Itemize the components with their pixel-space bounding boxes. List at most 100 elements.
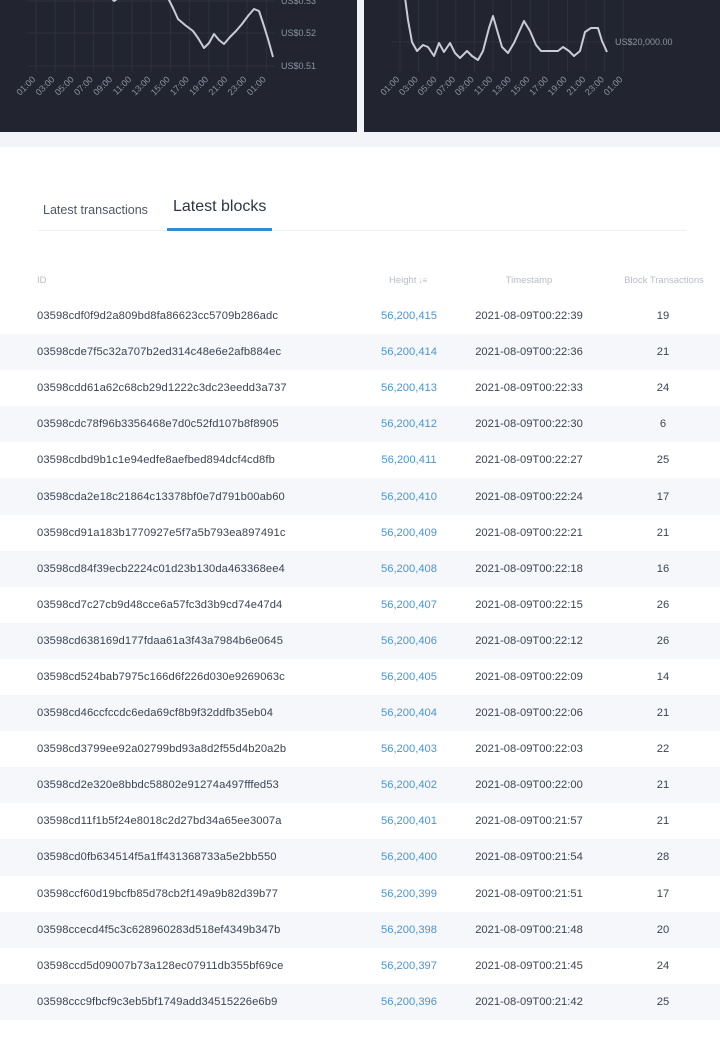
block-transaction-count: 21: [656, 815, 670, 828]
block-height-link[interactable]: 56,200,402: [368, 779, 450, 791]
x-tick-label: 17:00: [527, 74, 550, 97]
x-tick-label: 07:00: [72, 74, 95, 97]
block-height-link[interactable]: 56,200,401: [368, 815, 450, 827]
tab-latest-transactions[interactable]: Latest transactions: [43, 203, 148, 230]
x-tick-label: 01:00: [602, 74, 625, 97]
block-height-link[interactable]: 56,200,407: [368, 599, 450, 611]
x-tick-label: 23:00: [583, 74, 606, 97]
sort-descending-icon[interactable]: ↓≡: [418, 276, 427, 285]
block-id-link[interactable]: 03598ccd5d09007b73a128ec07911db355bf69ce: [37, 960, 283, 972]
block-id-link[interactable]: 03598cdbd9b1c1e94edfe8aefbed894dcf4cd8fb: [37, 454, 275, 466]
x-tick-label: 05:00: [416, 74, 439, 97]
y-tick-label: US$0.51: [281, 61, 316, 71]
block-transaction-count: 17: [656, 887, 670, 900]
column-header-height[interactable]: Height ↓≡: [389, 275, 427, 286]
block-transaction-count: 21: [656, 779, 670, 792]
table-row[interactable]: 03598ccecd4f5c3c628960283d518ef4349b347b…: [0, 911, 720, 948]
table-row[interactable]: 03598ccc9fbcf9c3eb5bf1749add34515226e6b9…: [0, 983, 720, 1020]
x-tick-label: 11:00: [111, 74, 134, 97]
block-id-link[interactable]: 03598cd524bab7975c166d6f226d030e9269063c: [37, 671, 285, 683]
table-row[interactable]: 03598cd638169d177fdaa61a3f43a7984b6e0645…: [0, 622, 720, 659]
block-height-link[interactable]: 56,200,404: [368, 707, 450, 719]
block-height-link[interactable]: 56,200,415: [368, 310, 450, 322]
table-row[interactable]: 03598cd84f39ecb2224c01d23b130da463368ee4…: [0, 550, 720, 587]
block-id-link[interactable]: 03598cdf0f9d2a809bd8fa86623cc5709b286adc: [37, 310, 278, 322]
column-header-timestamp[interactable]: Timestamp: [480, 275, 578, 286]
block-height-link[interactable]: 56,200,411: [368, 454, 450, 466]
column-header-id[interactable]: ID: [37, 275, 47, 286]
table-row[interactable]: 03598cde7f5c32a707b2ed314c48e6e2afb884ec…: [0, 334, 720, 371]
block-id-link[interactable]: 03598cd3799ee92a02799bd93a8d2f55d4b20a2b: [37, 743, 286, 755]
x-tick-label: 01:00: [378, 74, 401, 97]
table-row[interactable]: 03598ccd5d09007b73a128ec07911db355bf69ce…: [0, 948, 720, 984]
block-height-link[interactable]: 56,200,398: [368, 924, 450, 936]
block-id-link[interactable]: 03598cd11f1b5f24e8018c2d27bd34a65ee3007a: [37, 815, 282, 827]
block-timestamp: 2021-08-09T00:21:54: [475, 851, 583, 864]
block-id-link[interactable]: 03598ccc9fbcf9c3eb5bf1749add34515226e6b9: [37, 996, 277, 1008]
table-row[interactable]: 03598cdf0f9d2a809bd8fa86623cc5709b286adc…: [0, 298, 720, 334]
block-height-link[interactable]: 56,200,414: [368, 346, 450, 358]
table-row[interactable]: 03598cda2e18c21864c13378bf0e7d791b00ab60…: [0, 478, 720, 515]
table-row[interactable]: 03598cd2e320e8bbdc58802e91274a497fffed53…: [0, 767, 720, 804]
x-tick-label: 09:00: [453, 74, 476, 97]
block-id-link[interactable]: 03598ccf60d19bcfb85d78cb2f149a9b82d39b77: [37, 888, 278, 900]
x-tick-label: 07:00: [434, 74, 457, 97]
block-height-link[interactable]: 56,200,403: [368, 743, 450, 755]
table-body: 03598cdf0f9d2a809bd8fa86623cc5709b286adc…: [0, 298, 720, 1020]
table-row[interactable]: 03598cd11f1b5f24e8018c2d27bd34a65ee3007a…: [0, 803, 720, 839]
block-height-link[interactable]: 56,200,410: [368, 491, 450, 503]
block-id-link[interactable]: 03598cd91a183b1770927e5f7a5b793ea897491c: [37, 527, 286, 539]
table-row[interactable]: 03598cd7c27cb9d48cce6a57fc3d3b9cd74e47d4…: [0, 587, 720, 623]
block-height-link[interactable]: 56,200,409: [368, 527, 450, 539]
block-transaction-count: 26: [656, 634, 670, 647]
tab-bar: Latest transactions Latest blocks: [38, 190, 686, 231]
block-timestamp: 2021-08-09T00:21:57: [475, 815, 583, 828]
block-height-link[interactable]: 56,200,397: [368, 960, 450, 972]
block-id-link[interactable]: 03598cd638169d177fdaa61a3f43a7984b6e0645: [37, 635, 283, 647]
block-id-link[interactable]: 03598cd0fb634514f5a1ff431368733a5e2bb550: [37, 851, 277, 863]
table-row[interactable]: 03598cd0fb634514f5a1ff431368733a5e2bb550…: [0, 839, 720, 876]
block-id-link[interactable]: 03598cd7c27cb9d48cce6a57fc3d3b9cd74e47d4: [37, 599, 282, 611]
block-timestamp: 2021-08-09T00:22:27: [475, 454, 583, 467]
column-header-height-label: Height: [389, 275, 417, 286]
x-tick-label: 15:00: [149, 74, 172, 97]
table-row[interactable]: 03598cd91a183b1770927e5f7a5b793ea897491c…: [0, 515, 720, 551]
table-row[interactable]: 03598cdbd9b1c1e94edfe8aefbed894dcf4cd8fb…: [0, 442, 720, 478]
block-id-link[interactable]: 03598cd2e320e8bbdc58802e91274a497fffed53: [37, 779, 279, 791]
table-row[interactable]: 03598cd3799ee92a02799bd93a8d2f55d4b20a2b…: [0, 731, 720, 767]
block-timestamp: 2021-08-09T00:21:42: [475, 995, 583, 1008]
block-height-link[interactable]: 56,200,400: [368, 851, 450, 863]
block-height-link[interactable]: 56,200,396: [368, 996, 450, 1008]
x-tick-label: 13:00: [490, 74, 513, 97]
x-tick-label: 19:00: [546, 74, 569, 97]
volume-chart-right: US$20,000.00 01:00 03:00 05:00 07:00 09:00 11…: [364, 0, 720, 132]
block-id-link[interactable]: 03598ccecd4f5c3c628960283d518ef4349b347b: [37, 924, 281, 936]
block-id-link[interactable]: 03598cda2e18c21864c13378bf0e7d791b00ab60: [37, 491, 285, 503]
table-row[interactable]: 03598cdc78f96b3356468e7d0c52fd107b8f8905…: [0, 406, 720, 443]
table-row[interactable]: 03598cdd61a62c68cb29d1222c3dc23eedd3a737…: [0, 370, 720, 406]
block-transaction-count: 21: [656, 707, 670, 720]
block-height-link[interactable]: 56,200,405: [368, 671, 450, 683]
price-chart-left: US$0.53 US$0.52 US$0.51 01:00 03:00 05:00 07:…: [0, 0, 357, 132]
block-id-link[interactable]: 03598cde7f5c32a707b2ed314c48e6e2afb884ec: [37, 346, 281, 358]
block-height-link[interactable]: 56,200,406: [368, 635, 450, 647]
block-height-link[interactable]: 56,200,412: [368, 418, 450, 430]
block-height-link[interactable]: 56,200,399: [368, 888, 450, 900]
block-height-link[interactable]: 56,200,413: [368, 382, 450, 394]
block-transaction-count: 6: [659, 418, 667, 431]
x-tick-label: 05:00: [53, 74, 76, 97]
column-header-block-transactions[interactable]: Block Transactions: [620, 275, 708, 286]
block-timestamp: 2021-08-09T00:21:48: [475, 923, 583, 936]
block-id-link[interactable]: 03598cdc78f96b3356468e7d0c52fd107b8f8905: [37, 418, 279, 430]
block-timestamp: 2021-08-09T00:21:45: [475, 959, 583, 972]
table-row[interactable]: 03598cd46ccfccdc6eda69cf8b9f32ddfb35eb04…: [0, 695, 720, 732]
table-row[interactable]: 03598ccf60d19bcfb85d78cb2f149a9b82d39b77…: [0, 876, 720, 912]
block-transaction-count: 14: [656, 670, 670, 683]
block-height-link[interactable]: 56,200,408: [368, 563, 450, 575]
table-row[interactable]: 03598cd524bab7975c166d6f226d030e9269063c…: [0, 659, 720, 695]
tab-latest-blocks[interactable]: Latest blocks: [167, 198, 273, 231]
block-transaction-count: 21: [656, 346, 670, 359]
block-id-link[interactable]: 03598cd84f39ecb2224c01d23b130da463368ee4: [37, 563, 285, 575]
block-id-link[interactable]: 03598cd46ccfccdc6eda69cf8b9f32ddfb35eb04: [37, 707, 273, 719]
block-id-link[interactable]: 03598cdd61a62c68cb29d1222c3dc23eedd3a737: [37, 382, 287, 394]
